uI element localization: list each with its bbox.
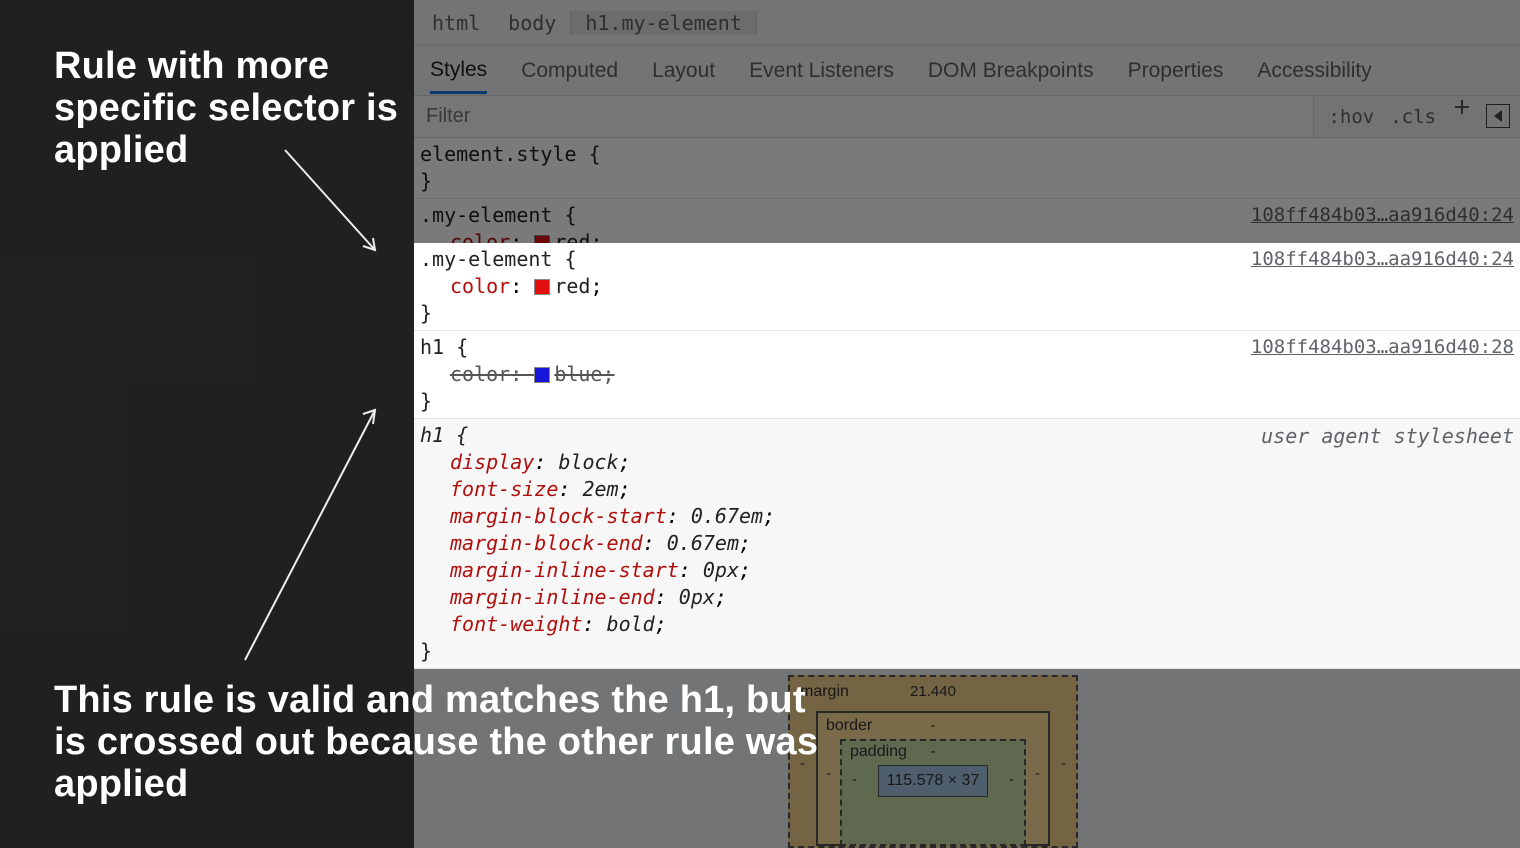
crumb-body[interactable]: body bbox=[494, 11, 570, 35]
new-style-rule-icon[interactable] bbox=[1444, 97, 1480, 138]
source-link[interactable]: 108ff484b03…aa916d40:28 bbox=[1251, 291, 1514, 317]
property: font-size bbox=[450, 433, 558, 457]
margin-right-value: - bbox=[1061, 755, 1066, 772]
cls-toggle[interactable]: .cls bbox=[1382, 96, 1444, 137]
value: 0.67em bbox=[667, 487, 739, 511]
arrow-top bbox=[275, 140, 395, 270]
color-swatch-icon[interactable] bbox=[534, 235, 550, 251]
tab-properties[interactable]: Properties bbox=[1128, 49, 1224, 92]
padding-label: padding bbox=[850, 743, 907, 761]
tab-accessibility[interactable]: Accessibility bbox=[1257, 49, 1371, 92]
tab-computed[interactable]: Computed bbox=[521, 49, 618, 92]
styles-list: element.style { } 108ff484b03…aa916d40:2… bbox=[414, 138, 1520, 625]
property: color bbox=[450, 230, 510, 254]
border-label: border bbox=[826, 717, 872, 735]
element-style-rule[interactable]: element.style { } bbox=[414, 138, 1520, 199]
element-style-selector: element.style { bbox=[420, 141, 1514, 168]
tab-dom-breakpoints[interactable]: DOM Breakpoints bbox=[928, 49, 1094, 92]
padding-top-value: - bbox=[931, 743, 936, 760]
value: block bbox=[558, 406, 618, 430]
tab-layout[interactable]: Layout bbox=[652, 49, 715, 92]
ua-label: user agent stylesheet bbox=[1261, 379, 1514, 406]
content-size: 115.578 × 37 bbox=[878, 765, 988, 797]
rule-user-agent[interactable]: user agent stylesheet h1 { display: bloc… bbox=[414, 375, 1520, 625]
property: color bbox=[450, 318, 510, 342]
property: margin-block-end bbox=[450, 487, 643, 511]
toggle-sidebar-icon[interactable] bbox=[1486, 104, 1510, 128]
value: 2em bbox=[582, 433, 618, 457]
filter-row: Filter :hov .cls bbox=[414, 96, 1520, 138]
brace: } bbox=[420, 594, 1514, 621]
border-right-value: - bbox=[1035, 765, 1040, 782]
crumb-selected[interactable]: h1.my-element bbox=[570, 11, 757, 35]
tab-styles[interactable]: Styles bbox=[430, 48, 487, 94]
tab-event-listeners[interactable]: Event Listeners bbox=[749, 49, 894, 92]
hov-toggle[interactable]: :hov bbox=[1320, 96, 1382, 137]
brace: } bbox=[420, 256, 1514, 283]
value: bold bbox=[607, 568, 655, 592]
declaration[interactable]: color: blue; bbox=[420, 317, 1514, 344]
value: 0px bbox=[703, 514, 739, 538]
box-model[interactable]: margin 21.440 border - padding - - - 115… bbox=[788, 675, 1078, 848]
arrow-bottom bbox=[235, 400, 395, 670]
value: 0.67em bbox=[691, 460, 763, 484]
crumb-html[interactable]: html bbox=[418, 11, 494, 35]
property: margin-inline-start bbox=[450, 514, 679, 538]
source-link[interactable]: 108ff484b03…aa916d40:24 bbox=[1251, 203, 1514, 229]
value: 0px bbox=[679, 541, 715, 565]
rule-my-element[interactable]: 108ff484b03…aa916d40:24 .my-element { co… bbox=[414, 199, 1520, 287]
padding-left-value: - bbox=[852, 771, 857, 788]
border-top-value: - bbox=[931, 717, 936, 734]
declaration[interactable]: color: red; bbox=[420, 229, 1514, 256]
property: font-weight bbox=[450, 568, 582, 592]
border-left-value: - bbox=[826, 765, 831, 782]
property: margin-block-start bbox=[450, 460, 667, 484]
annotation-bottom: This rule is valid and matches the h1, b… bbox=[54, 680, 824, 805]
value: red bbox=[554, 230, 590, 254]
property: display bbox=[450, 406, 534, 430]
padding-right-value: - bbox=[1009, 771, 1014, 788]
property: margin-inline-end bbox=[450, 541, 655, 565]
styles-tabs: Styles Computed Layout Event Listeners D… bbox=[414, 46, 1520, 96]
breadcrumb: html body h1.my-element bbox=[414, 0, 1520, 46]
value: blue bbox=[554, 318, 602, 342]
filter-input[interactable]: Filter bbox=[414, 96, 1314, 137]
rule-h1-overridden[interactable]: 108ff484b03…aa916d40:28 h1 { color: blue… bbox=[414, 287, 1520, 375]
brace: } bbox=[420, 168, 1514, 195]
brace: } bbox=[420, 344, 1514, 371]
margin-top-value: 21.440 bbox=[910, 683, 956, 700]
color-swatch-icon[interactable] bbox=[534, 323, 550, 339]
